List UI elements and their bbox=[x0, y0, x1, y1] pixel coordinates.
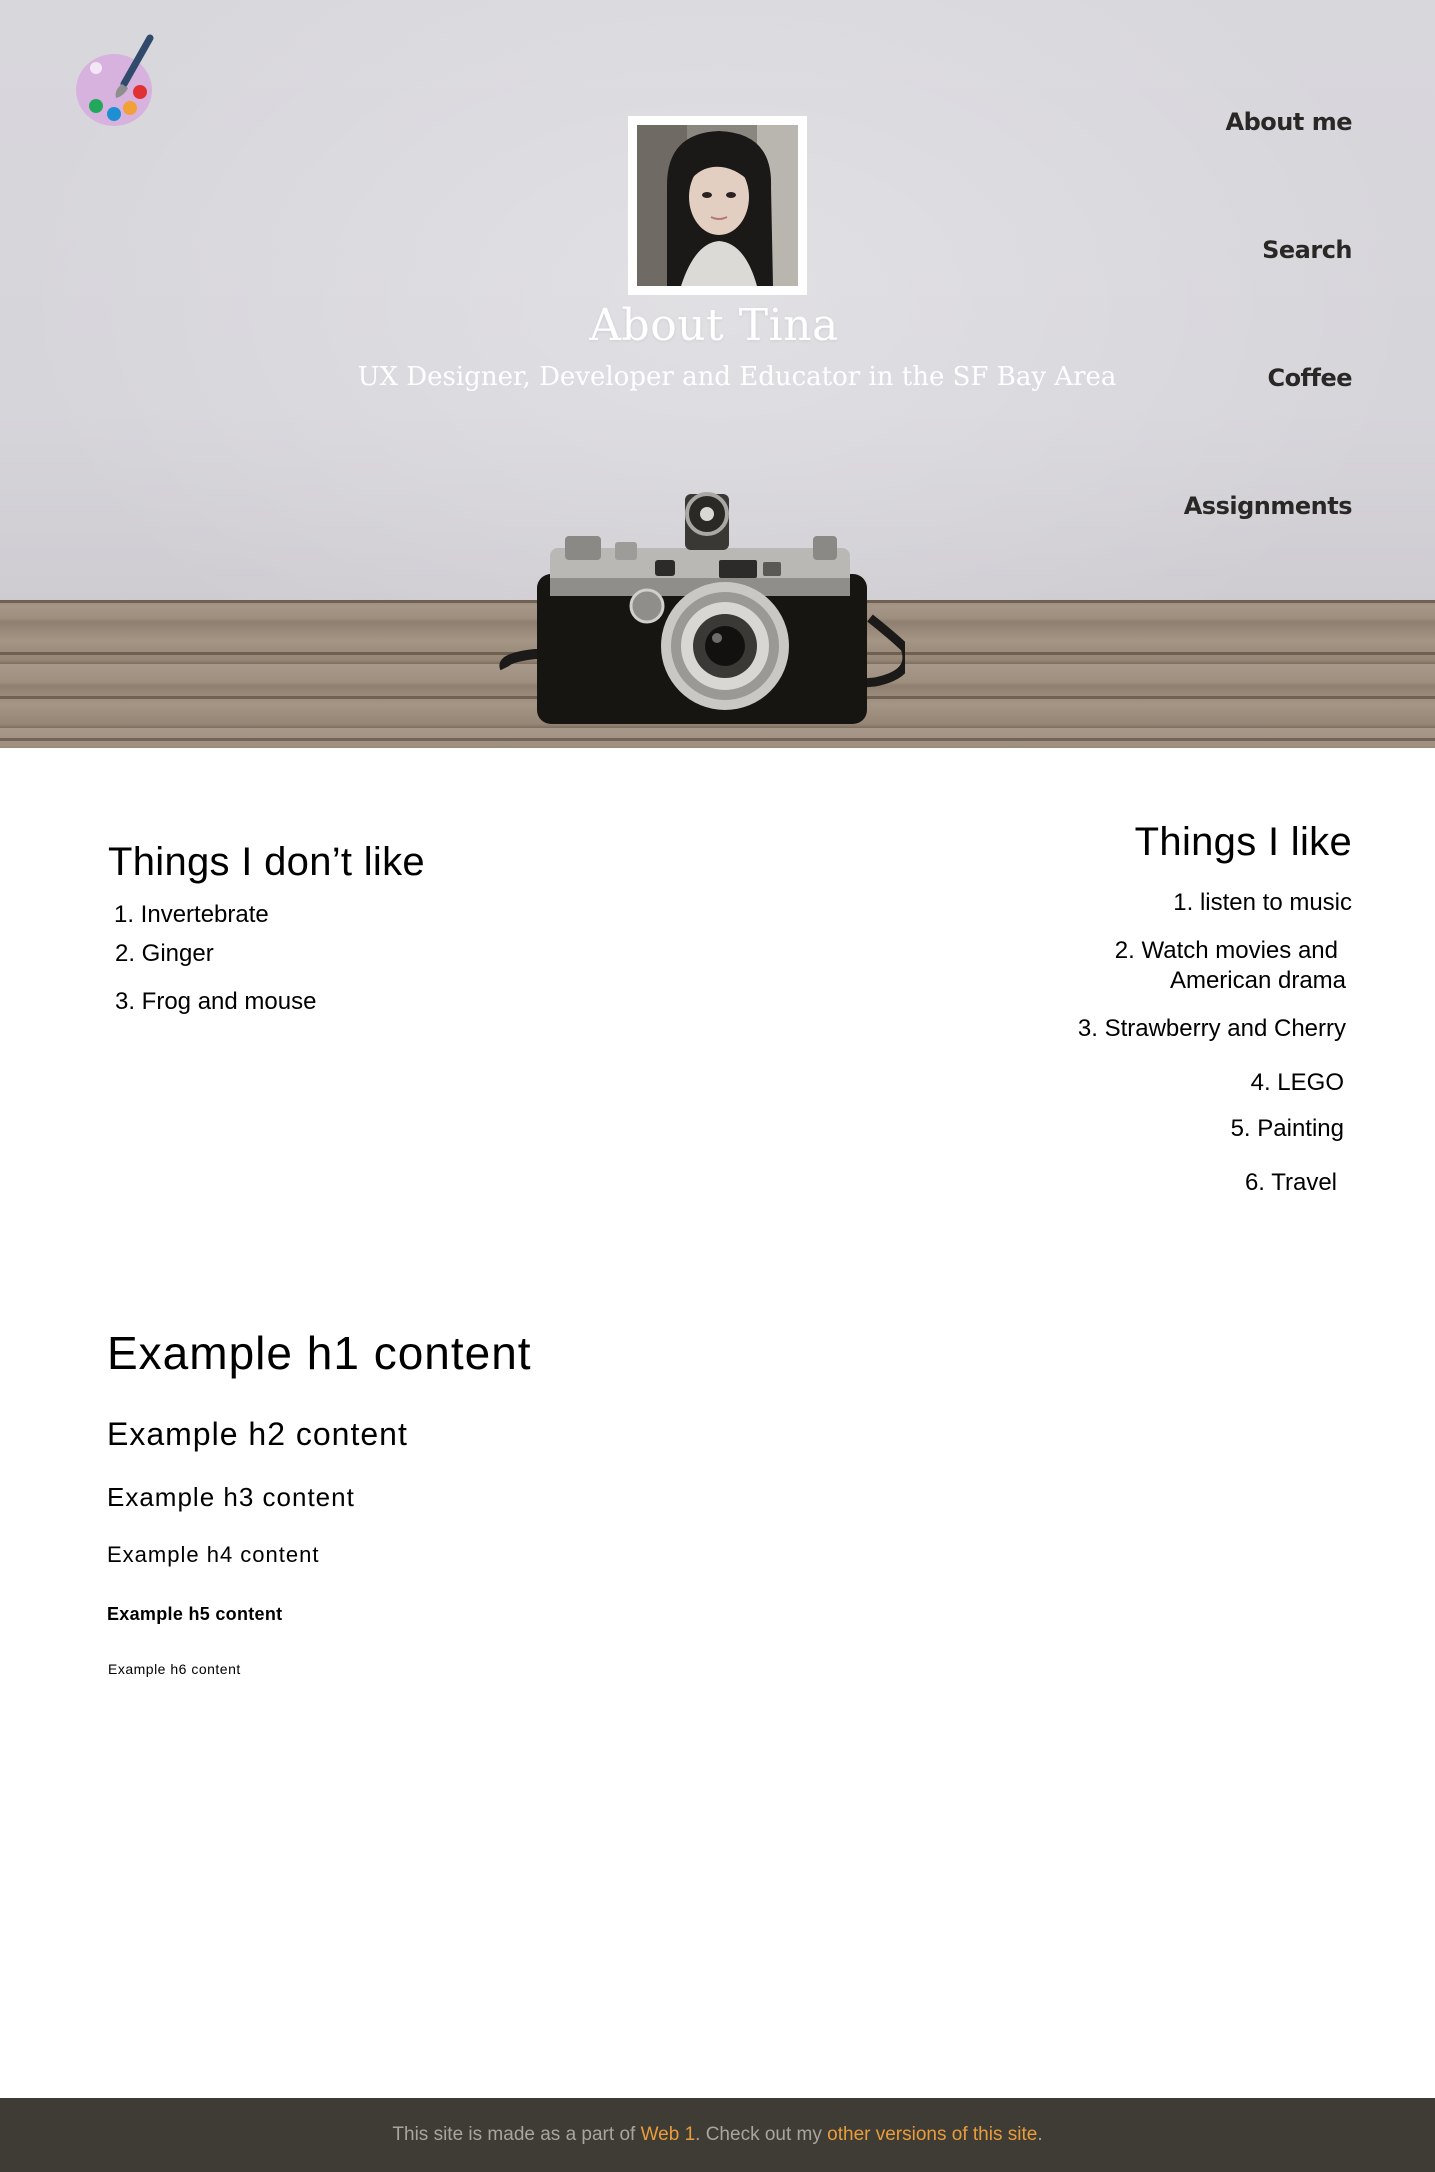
portrait-image bbox=[637, 125, 798, 286]
example-h3: Example h3 content bbox=[107, 1482, 355, 1512]
footer-text: . Check out my bbox=[695, 2124, 828, 2145]
page-subtitle: UX Designer, Developer and Educator in t… bbox=[357, 362, 1117, 392]
camera-image bbox=[499, 492, 905, 724]
footer-text: . bbox=[1037, 2124, 1043, 2145]
web1-link[interactable]: Web 1 bbox=[641, 2124, 696, 2145]
list-item: 3. Frog and mouse bbox=[115, 988, 317, 1015]
list-item: 2. Watch movies and bbox=[1114, 937, 1338, 964]
site-footer: This site is made as a part of Web 1. Ch… bbox=[0, 2098, 1435, 2172]
hero-banner: About Tina UX Designer, Developer and Ed… bbox=[0, 0, 1435, 748]
list-item: American drama bbox=[1169, 967, 1346, 994]
nav-search[interactable]: Search bbox=[1262, 236, 1352, 264]
example-h1: Example h1 content bbox=[107, 1327, 532, 1379]
profile-photo bbox=[628, 116, 807, 295]
example-h5: Example h5 content bbox=[107, 1604, 283, 1624]
list-item: 1. Invertebrate bbox=[114, 901, 269, 928]
likes-heading: Things I like bbox=[1134, 820, 1352, 864]
example-h4: Example h4 content bbox=[107, 1542, 320, 1567]
list-item: 3. Strawberry and Cherry bbox=[1077, 1015, 1346, 1042]
list-item: 6. Travel bbox=[1244, 1169, 1337, 1196]
page-title: About Tina bbox=[589, 300, 839, 351]
dislikes-heading: Things I don’t like bbox=[108, 840, 425, 884]
nav-assignments[interactable]: Assignments bbox=[1184, 492, 1353, 520]
dislikes-section: Things I don’t like 1. Invertebrate 2. G… bbox=[108, 838, 425, 1015]
example-h6: Example h6 content bbox=[108, 1661, 241, 1677]
example-h2: Example h2 content bbox=[107, 1416, 408, 1452]
list-item: 5. Painting bbox=[1230, 1115, 1344, 1142]
list-item: 2. Ginger bbox=[115, 940, 214, 967]
likes-section: Things I like 1. listen to music 2. Watc… bbox=[852, 818, 1352, 1196]
list-item: 1. listen to music bbox=[1173, 889, 1352, 916]
paint-palette-icon[interactable] bbox=[74, 34, 158, 130]
nav-coffee[interactable]: Coffee bbox=[1267, 364, 1352, 392]
nav-about-me[interactable]: About me bbox=[1226, 108, 1353, 136]
other-versions-link[interactable]: other versions of this site bbox=[827, 2124, 1037, 2145]
footer-text: This site is made as a part of bbox=[392, 2124, 641, 2145]
list-item: 4. LEGO bbox=[1250, 1069, 1344, 1096]
